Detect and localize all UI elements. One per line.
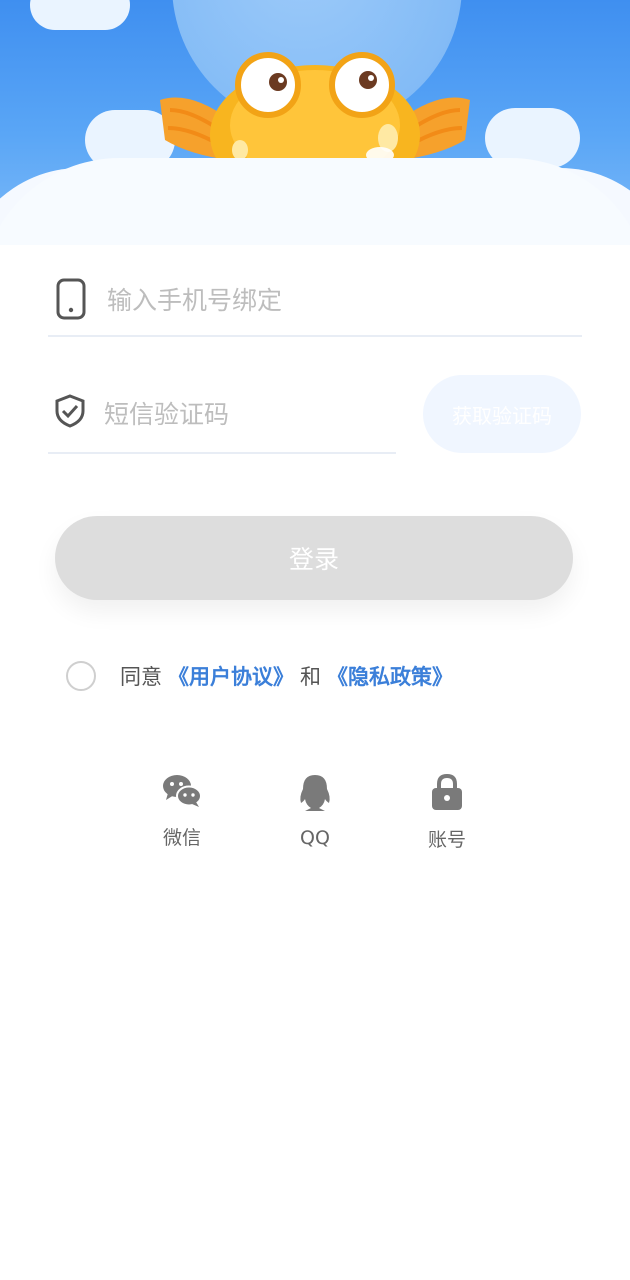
agree-radio[interactable] [66, 661, 96, 691]
account-label: 账号 [427, 829, 466, 851]
account-login[interactable]: 账号 [387, 773, 507, 852]
privacy-policy-link[interactable]: 《隐私政策》 [327, 661, 453, 691]
wechat-label: 微信 [162, 827, 201, 849]
sms-field-underline [48, 452, 396, 454]
qq-label: QQ [300, 827, 330, 849]
login-button[interactable]: 登录 [55, 516, 573, 600]
agree-and: 和 [300, 665, 321, 689]
qq-icon [300, 775, 330, 811]
fish-mascot [160, 52, 470, 170]
wechat-login[interactable]: 微信 [122, 773, 242, 850]
phone-input[interactable] [105, 277, 579, 323]
header-illustration [0, 0, 630, 245]
wechat-icon [163, 775, 202, 807]
phone-icon [56, 278, 86, 320]
user-agreement-link[interactable]: 《用户协议》 [168, 661, 294, 691]
agreement-row: 同意 《用户协议》 和 《隐私政策》 [66, 658, 459, 694]
cloud-top-left [30, 0, 130, 30]
cloud-bank [0, 158, 630, 245]
shield-check-icon [55, 394, 85, 428]
sms-code-input[interactable] [102, 391, 386, 437]
lock-icon [432, 773, 462, 810]
agree-prefix: 同意 [120, 665, 162, 689]
qq-login[interactable]: QQ [255, 773, 375, 849]
phone-field-underline [48, 335, 582, 337]
get-code-button[interactable]: 获取验证码 [423, 375, 581, 453]
